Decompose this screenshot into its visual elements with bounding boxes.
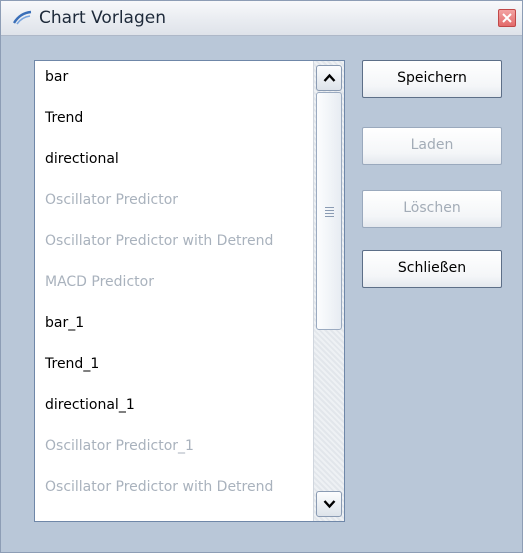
close-icon <box>502 13 512 23</box>
chevron-down-icon <box>323 500 336 509</box>
list-item[interactable]: bar <box>35 61 311 102</box>
chevron-up-icon <box>323 73 336 82</box>
scroll-down-button[interactable] <box>316 491 342 517</box>
list-item[interactable]: directional <box>35 143 311 184</box>
list-item[interactable]: Oscillator Predictor with Detrend <box>35 471 311 512</box>
title-bar[interactable]: Chart Vorlagen <box>1 1 522 36</box>
list-item[interactable]: bar_1 <box>35 307 311 348</box>
list-item[interactable]: MACD Predictor <box>35 266 311 307</box>
template-list[interactable]: bar Trend directional Oscillator Predictor O… <box>34 60 345 522</box>
close-button[interactable]: Schließen <box>362 250 502 288</box>
list-item[interactable]: Oscillator Predictor <box>35 184 311 225</box>
delete-button[interactable]: Löschen <box>362 190 502 228</box>
list-item[interactable]: Oscillator Predictor with Detrend <box>35 225 311 266</box>
close-window-button[interactable] <box>498 9 516 27</box>
scroll-thumb[interactable] <box>316 92 342 330</box>
window-title: Chart Vorlagen <box>39 8 166 28</box>
grip-icon <box>325 207 334 217</box>
save-button[interactable]: Speichern <box>362 60 502 98</box>
list-item[interactable]: Oscillator Predictor_1 <box>35 430 311 471</box>
list-item[interactable]: MACD Predictor_1 <box>35 512 311 521</box>
list-item[interactable]: Trend_1 <box>35 348 311 389</box>
list-item[interactable]: directional_1 <box>35 389 311 430</box>
chart-templates-dialog: Chart Vorlagen bar Trend directional Oscill… <box>0 0 523 553</box>
scroll-up-button[interactable] <box>316 65 342 91</box>
template-list-items: bar Trend directional Oscillator Predictor O… <box>35 61 311 521</box>
app-logo-icon <box>12 10 33 26</box>
list-scrollbar[interactable] <box>313 61 344 521</box>
list-item[interactable]: Trend <box>35 102 311 143</box>
load-button[interactable]: Laden <box>362 127 502 165</box>
